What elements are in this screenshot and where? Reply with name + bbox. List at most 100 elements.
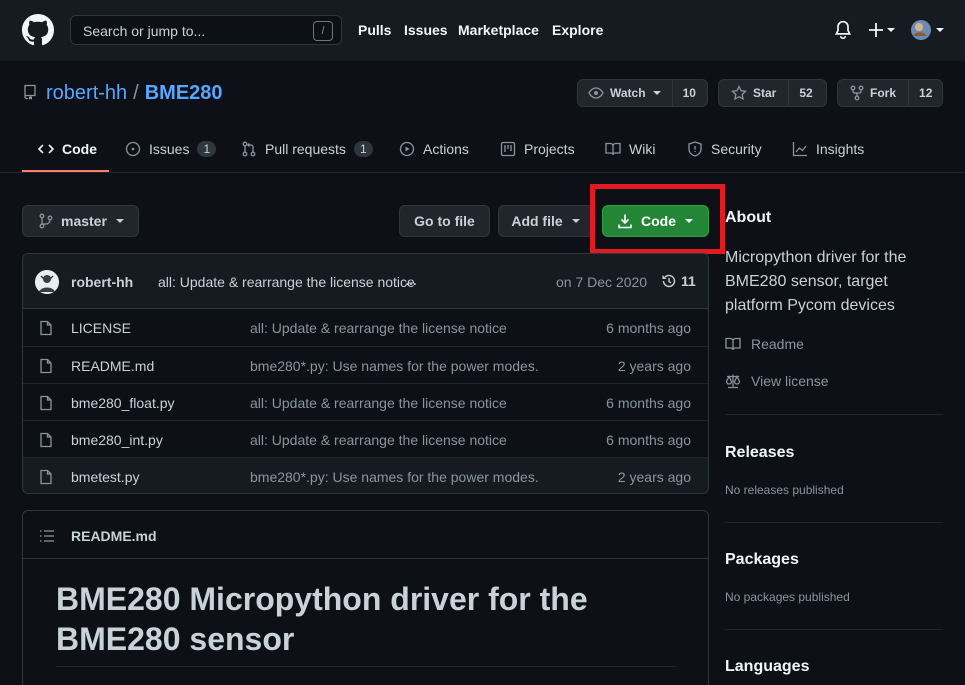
releases-empty-text: No releases published (725, 483, 844, 497)
tab-security[interactable]: Security (687, 139, 762, 159)
file-age: 2 years ago (617, 358, 691, 374)
github-logo-icon[interactable] (22, 14, 54, 46)
project-icon (500, 141, 516, 157)
tab-issues-label: Issues (149, 141, 190, 157)
add-file-button[interactable]: Add file (498, 205, 594, 237)
star-count[interactable]: 52 (788, 80, 822, 106)
fork-label: Fork (870, 86, 897, 100)
latest-commit-row: robert-hh all: Update & rearrange the li… (23, 254, 708, 309)
file-age: 6 months ago (606, 432, 691, 448)
list-unordered-icon[interactable] (39, 528, 55, 544)
nav-issues[interactable]: Issues (404, 22, 448, 38)
commit-author[interactable]: robert-hh (71, 274, 133, 290)
commit-message[interactable]: all: Update & rearrange the license noti… (158, 274, 415, 290)
readme-header: README.md (23, 511, 708, 559)
nav-pulls[interactable]: Pulls (358, 22, 391, 38)
tab-issues[interactable]: Issues 1 (125, 139, 217, 159)
table-row[interactable]: bme280_int.py all: Update & rearrange th… (23, 420, 708, 457)
file-commit-message[interactable]: all: Update & rearrange the license noti… (250, 395, 507, 411)
add-file-label: Add file (511, 213, 563, 229)
bell-icon[interactable] (834, 20, 852, 40)
file-name[interactable]: bme280_float.py (71, 395, 175, 411)
readme-link[interactable]: Readme (725, 336, 804, 352)
languages-heading: Languages (725, 658, 810, 675)
packages-heading[interactable]: Packages (725, 551, 799, 569)
star-button-group: Star 52 (718, 79, 827, 107)
repo-title: robert-hh / BME280 (46, 82, 223, 105)
file-icon (39, 469, 53, 485)
issue-opened-icon (125, 141, 141, 157)
tab-projects[interactable]: Projects (500, 139, 575, 159)
packages-empty-text: No packages published (725, 590, 850, 604)
tab-insights[interactable]: Insights (792, 139, 864, 159)
search-placeholder: Search or jump to... (83, 23, 206, 39)
readme-heading-divider (56, 666, 676, 667)
fork-button[interactable]: Fork (838, 80, 908, 106)
star-button[interactable]: Star (719, 80, 788, 106)
table-row[interactable]: LICENSE all: Update & rearrange the lice… (23, 309, 708, 346)
file-commit-message[interactable]: all: Update & rearrange the license noti… (250, 432, 507, 448)
watch-button[interactable]: Watch (578, 80, 672, 106)
releases-heading[interactable]: Releases (725, 444, 794, 462)
sidebar-divider (725, 414, 943, 415)
repo-owner-link[interactable]: robert-hh (46, 82, 127, 104)
commit-expand-button[interactable]: … (405, 274, 417, 288)
file-name[interactable]: bme280_int.py (71, 432, 163, 448)
commit-history-link[interactable]: 11 (661, 273, 696, 289)
commit-date[interactable]: on 7 Dec 2020 (556, 274, 647, 290)
tab-pull-requests-counter: 1 (353, 141, 373, 157)
pull-request-icon (241, 141, 257, 157)
code-button-highlight-box (590, 184, 725, 254)
go-to-file-label: Go to file (414, 213, 475, 229)
readme-heading: BME280 Micropython driver for the BME280… (56, 581, 588, 657)
fork-count[interactable]: 12 (908, 80, 942, 106)
table-row[interactable]: bme280_float.py all: Update & rearrange … (23, 383, 708, 420)
tab-pull-requests[interactable]: Pull requests 1 (241, 139, 373, 159)
file-name[interactable]: README.md (71, 358, 154, 374)
file-commit-message[interactable]: all: Update & rearrange the license noti… (250, 320, 507, 336)
tab-actions[interactable]: Actions (399, 139, 469, 159)
tab-wiki[interactable]: Wiki (605, 139, 655, 159)
sidebar-divider (725, 522, 943, 523)
chevron-down-icon (571, 216, 581, 226)
tab-wiki-label: Wiki (629, 141, 656, 157)
tabs-divider (0, 172, 965, 173)
global-header: Search or jump to... / Pulls Issues Mark… (0, 0, 965, 61)
fork-button-group: Fork 12 (837, 79, 943, 107)
watch-count[interactable]: 10 (671, 80, 706, 106)
search-shortcut-key: / (313, 21, 333, 41)
view-license-label: View license (751, 373, 829, 389)
plus-icon[interactable] (868, 22, 896, 38)
repo-separator: / (133, 82, 139, 104)
file-commit-message[interactable]: bme280*.py: Use names for the power mode… (250, 358, 539, 374)
star-icon (731, 85, 747, 101)
commit-author-avatar[interactable] (35, 270, 59, 294)
tab-pull-requests-label: Pull requests (265, 141, 346, 157)
file-icon (39, 320, 53, 336)
play-icon (399, 141, 415, 157)
readme-filename[interactable]: README.md (71, 528, 157, 544)
file-commit-message[interactable]: bme280*.py: Use names for the power mode… (250, 469, 539, 485)
tab-code-label: Code (62, 141, 97, 157)
eye-icon (588, 85, 604, 101)
go-to-file-button[interactable]: Go to file (399, 205, 490, 237)
code-icon (38, 141, 54, 157)
file-list: robert-hh all: Update & rearrange the li… (22, 253, 709, 494)
file-name[interactable]: bmetest.py (71, 469, 139, 485)
nav-marketplace[interactable]: Marketplace (458, 22, 539, 38)
tab-code[interactable]: Code (38, 139, 97, 159)
watch-label: Watch (610, 86, 646, 100)
view-license-link[interactable]: View license (725, 373, 829, 389)
history-icon (661, 273, 677, 289)
nav-explore[interactable]: Explore (552, 22, 603, 38)
table-row[interactable]: README.md bme280*.py: Use names for the … (23, 346, 708, 383)
tab-insights-label: Insights (816, 141, 865, 157)
branch-select-button[interactable]: master (22, 205, 139, 237)
repo-name-link[interactable]: BME280 (145, 82, 223, 104)
file-name[interactable]: LICENSE (71, 320, 131, 336)
user-avatar[interactable] (911, 20, 945, 42)
watch-button-group: Watch 10 (577, 79, 708, 107)
search-input[interactable]: Search or jump to... / (70, 15, 342, 45)
table-row[interactable]: bmetest.py bme280*.py: Use names for the… (23, 457, 708, 493)
graph-icon (792, 141, 808, 157)
